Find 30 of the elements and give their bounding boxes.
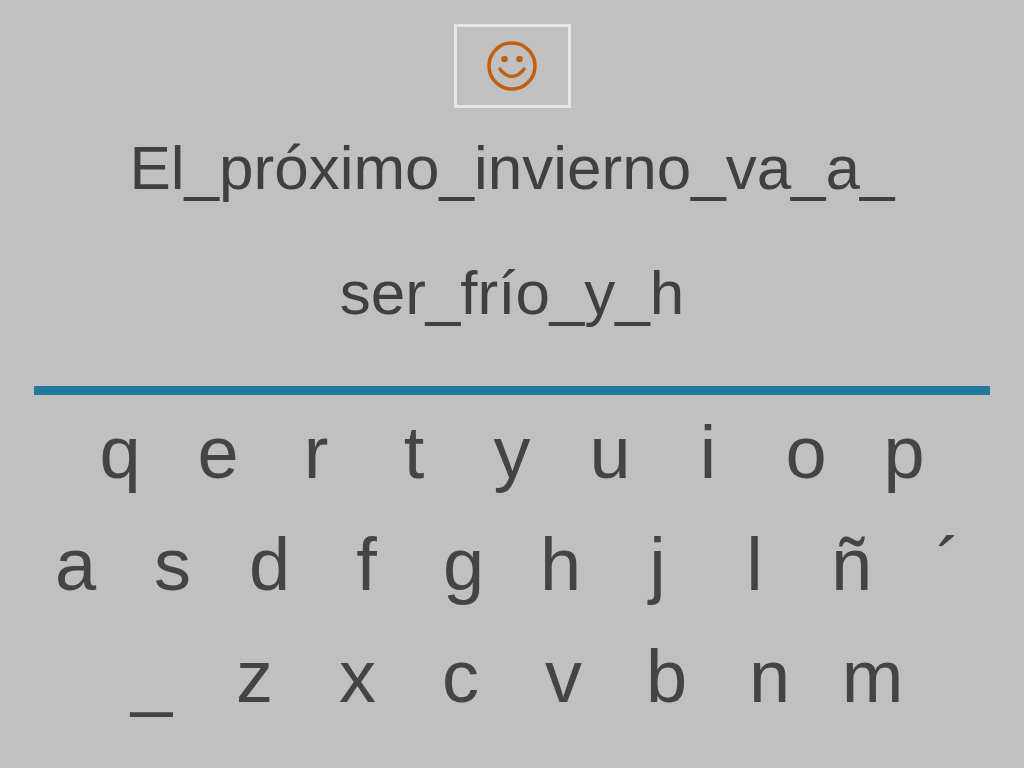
letter-key[interactable]: d [221, 527, 318, 603]
letter-key[interactable]: s [124, 527, 221, 603]
letter-key[interactable]: q [71, 415, 169, 491]
letter-key[interactable]: z [203, 639, 306, 715]
letter-key[interactable]: ´ [900, 527, 997, 603]
letter-key[interactable]: r [267, 415, 365, 491]
letter-key[interactable]: b [615, 639, 718, 715]
letter-key[interactable]: t [365, 415, 463, 491]
letter-key[interactable]: f [318, 527, 415, 603]
letter-key[interactable]: c [409, 639, 512, 715]
letter-key[interactable]: n [718, 639, 821, 715]
letter-key[interactable]: u [561, 415, 659, 491]
letter-key[interactable]: m [821, 639, 924, 715]
letter-key[interactable]: a [27, 527, 124, 603]
letter-key[interactable]: y [463, 415, 561, 491]
letter-key[interactable]: e [169, 415, 267, 491]
letter-key[interactable]: _ [100, 639, 203, 715]
letter-key[interactable]: j [609, 527, 706, 603]
sentence-line: ser_frío_y_h [339, 259, 685, 327]
letter-key[interactable]: l [706, 527, 803, 603]
smiley-icon [486, 40, 538, 92]
letter-key[interactable]: x [306, 639, 409, 715]
letter-key[interactable]: h [512, 527, 609, 603]
sentence-line: El_próximo_invierno_va_a_ [129, 134, 895, 202]
letter-key[interactable]: ñ [803, 527, 900, 603]
letter-key[interactable]: o [757, 415, 855, 491]
letter-key[interactable]: v [512, 639, 615, 715]
letter-key[interactable]: g [415, 527, 512, 603]
letter-key[interactable]: i [659, 415, 757, 491]
letter-key[interactable]: p [855, 415, 953, 491]
